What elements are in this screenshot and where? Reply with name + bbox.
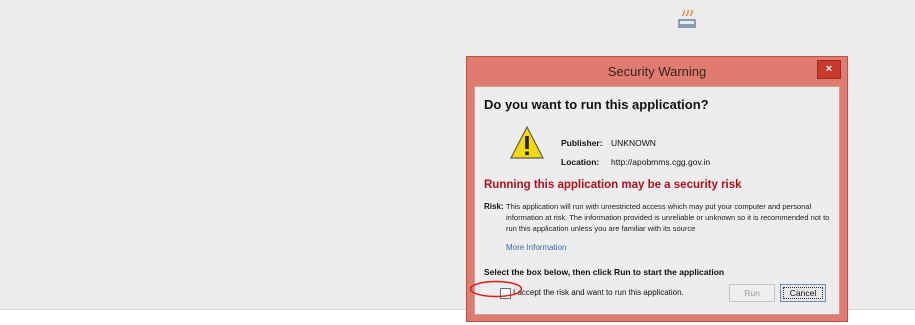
dialog-question: Do you want to run this application? bbox=[484, 97, 709, 112]
publisher-value: UNKNOWN bbox=[611, 138, 656, 148]
risk-heading: Running this application may be a securi… bbox=[484, 179, 742, 191]
instruction-text: Select the box below, then click Run to … bbox=[484, 267, 725, 277]
location-label: Location: bbox=[561, 157, 600, 167]
risk-description: This application will run with unrestric… bbox=[506, 202, 830, 233]
warning-icon bbox=[510, 125, 544, 159]
dialog-content: Do you want to run this application? Pub… bbox=[474, 86, 840, 315]
java-icon bbox=[678, 9, 696, 28]
annotation-ellipse bbox=[469, 280, 523, 298]
security-warning-dialog: Security Warning × Do you want to run th… bbox=[466, 56, 848, 322]
cancel-button[interactable]: Cancel bbox=[780, 284, 826, 302]
dialog-title: Security Warning bbox=[607, 64, 707, 79]
more-information-link[interactable]: More Information bbox=[506, 243, 566, 252]
location-value: http://apobmms.cgg.gov.in bbox=[611, 157, 711, 167]
dialog-title-bar[interactable]: Security Warning × bbox=[467, 57, 847, 86]
close-icon: × bbox=[825, 63, 833, 75]
run-button[interactable]: Run bbox=[729, 284, 775, 302]
cancel-focus-ring bbox=[783, 287, 823, 299]
accept-risk-label[interactable]: I accept the risk and want to run this a… bbox=[513, 288, 684, 297]
risk-label: Risk: bbox=[484, 202, 504, 211]
close-button[interactable]: × bbox=[817, 60, 841, 79]
publisher-label: Publisher: bbox=[561, 138, 603, 148]
